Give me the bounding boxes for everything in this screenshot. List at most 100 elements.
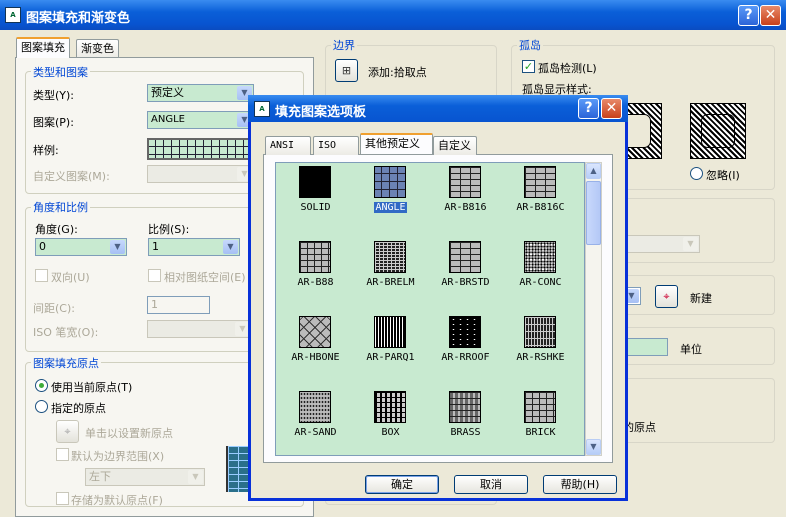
pattern-name-text: SOLID — [300, 202, 331, 213]
pattern-swatch — [374, 391, 406, 423]
pattern-name-text: AR-BRELM — [366, 277, 415, 288]
palette-close-button[interactable]: ✕ — [601, 98, 622, 119]
pattern-name: AR-CONC — [503, 277, 578, 288]
pattern-swatch — [449, 316, 481, 348]
island-ignore-label: 忽略(I) — [706, 169, 740, 182]
scale-combo[interactable]: 1 ▼ — [148, 238, 240, 256]
pattern-item[interactable]: AR-RSHKE — [503, 314, 578, 389]
spacing-input[interactable]: 1 — [147, 296, 210, 314]
custom-pattern-combo[interactable]: ▼ — [147, 165, 254, 183]
island-detect-checkbox[interactable]: ✓ — [522, 60, 535, 73]
scale-value: 1 — [152, 240, 159, 253]
island-ignore-radio[interactable] — [690, 167, 703, 180]
pattern-name: AR-PARQ1 — [353, 352, 428, 363]
pattern-name: AR-B816C — [503, 202, 578, 213]
iso-pen-combo[interactable]: ▼ — [147, 320, 252, 338]
pattern-item[interactable]: BOX — [353, 389, 428, 464]
pattern-name-text: ANGLE — [374, 202, 407, 213]
pattern-swatch — [449, 166, 481, 198]
pattern-swatch — [374, 166, 406, 198]
pattern-name: AR-SAND — [278, 427, 353, 438]
type-value: 预定义 — [151, 86, 184, 99]
default-boundary-checkbox[interactable] — [56, 448, 69, 461]
store-default-checkbox[interactable] — [56, 492, 69, 505]
cancel-button[interactable]: 取消 — [454, 475, 528, 494]
pattern-item[interactable]: BRASS — [428, 389, 503, 464]
tab-hatch[interactable]: 图案填充 — [16, 37, 70, 58]
pattern-name: SOLID — [278, 202, 353, 213]
pattern-swatch — [299, 166, 331, 198]
help-button[interactable]: ? — [738, 5, 759, 26]
chevron-down-icon: ▼ — [110, 240, 125, 254]
pattern-item[interactable]: AR-B88 — [278, 239, 353, 314]
pattern-swatch — [299, 241, 331, 273]
pattern-item[interactable]: AR-HBONE — [278, 314, 353, 389]
pattern-item[interactable]: AR-BRSTD — [428, 239, 503, 314]
pattern-value: ANGLE — [151, 114, 185, 125]
pattern-swatch — [374, 316, 406, 348]
pattern-name: AR-BRELM — [353, 277, 428, 288]
pattern-item[interactable]: AR-RROOF — [428, 314, 503, 389]
pattern-name-text: AR-B816C — [516, 202, 565, 213]
pattern-item[interactable]: AR-CONC — [503, 239, 578, 314]
pattern-item[interactable]: AR-SAND — [278, 389, 353, 464]
close-button[interactable]: ✕ — [760, 5, 781, 26]
angle-combo[interactable]: 0 ▼ — [35, 238, 127, 256]
specified-origin-label: 指定的原点 — [51, 402, 106, 415]
sample-swatch[interactable] — [147, 138, 252, 160]
double-checkbox[interactable] — [35, 269, 48, 282]
new-boundary-set-button[interactable]: ⌖ — [655, 285, 678, 308]
relative-paper-checkbox[interactable] — [148, 269, 161, 282]
set-origin-button[interactable]: ⌖ — [56, 420, 79, 443]
palette-title-bar: A 填充图案选项板 ? ✕ — [248, 95, 628, 122]
chevron-down-icon: ▼ — [188, 470, 203, 484]
ok-button[interactable]: 确定 — [365, 475, 439, 494]
pattern-name-text: AR-PARQ1 — [366, 352, 415, 363]
iso-pen-label: ISO 笔宽(O): — [33, 326, 99, 339]
help-dialog-button[interactable]: 帮助(H) — [543, 475, 617, 494]
scroll-down-icon[interactable]: ▼ — [586, 439, 601, 455]
scroll-thumb[interactable] — [586, 181, 601, 245]
add-pick-points-button[interactable]: ⊞ — [335, 59, 358, 82]
pattern-item[interactable]: AR-BRELM — [353, 239, 428, 314]
palette-tab-ansi[interactable]: ANSI — [265, 136, 311, 155]
palette-tab-other-predefined[interactable]: 其他预定义 — [360, 133, 433, 154]
pattern-swatch — [374, 241, 406, 273]
tab-gradient[interactable]: 渐变色 — [76, 39, 119, 58]
pattern-item[interactable]: BRICK — [503, 389, 578, 464]
pattern-swatch — [524, 316, 556, 348]
pattern-name: AR-BRSTD — [428, 277, 503, 288]
specified-origin-radio[interactable] — [35, 400, 48, 413]
scroll-up-icon[interactable]: ▲ — [586, 163, 601, 179]
relative-paper-label: 相对图纸空间(E) — [164, 271, 246, 284]
palette-help-button[interactable]: ? — [578, 98, 599, 119]
pattern-item[interactable]: AR-PARQ1 — [353, 314, 428, 389]
pattern-item[interactable]: AR-B816C — [503, 164, 578, 239]
pattern-name-text: AR-HBONE — [291, 352, 340, 363]
pattern-name-text: AR-RROOF — [441, 352, 490, 363]
pattern-name-text: AR-B88 — [297, 277, 334, 288]
pattern-scrollbar[interactable]: ▲ ▼ — [585, 162, 602, 456]
custom-pattern-label: 自定义图案(M): — [33, 170, 110, 183]
pattern-item[interactable]: SOLID — [278, 164, 353, 239]
angle-label: 角度(G): — [35, 223, 78, 236]
chevron-down-icon: ▼ — [223, 240, 238, 254]
pattern-item[interactable]: AR-B816 — [428, 164, 503, 239]
scale-label: 比例(S): — [148, 223, 190, 236]
use-current-origin-radio[interactable] — [35, 379, 48, 392]
group-title: 边界 — [331, 37, 357, 53]
palette-tab-custom[interactable]: 自定义 — [433, 136, 477, 155]
type-combo[interactable]: 预定义 ▼ — [147, 84, 254, 102]
pattern-combo[interactable]: ANGLE ▼ — [147, 111, 254, 129]
group-title: 类型和图案 — [31, 64, 90, 80]
group-title: 角度和比例 — [31, 199, 90, 215]
palette-tab-iso[interactable]: ISO — [313, 136, 359, 155]
island-ignore-image[interactable] — [690, 103, 746, 159]
pattern-swatch — [524, 391, 556, 423]
pattern-name-text: AR-CONC — [519, 277, 562, 288]
pattern-swatch — [449, 241, 481, 273]
sample-label: 样例: — [33, 144, 59, 157]
pattern-name: AR-B816 — [428, 202, 503, 213]
origin-position-combo[interactable]: 左下 ▼ — [85, 468, 205, 486]
pattern-item[interactable]: ANGLE — [353, 164, 428, 239]
